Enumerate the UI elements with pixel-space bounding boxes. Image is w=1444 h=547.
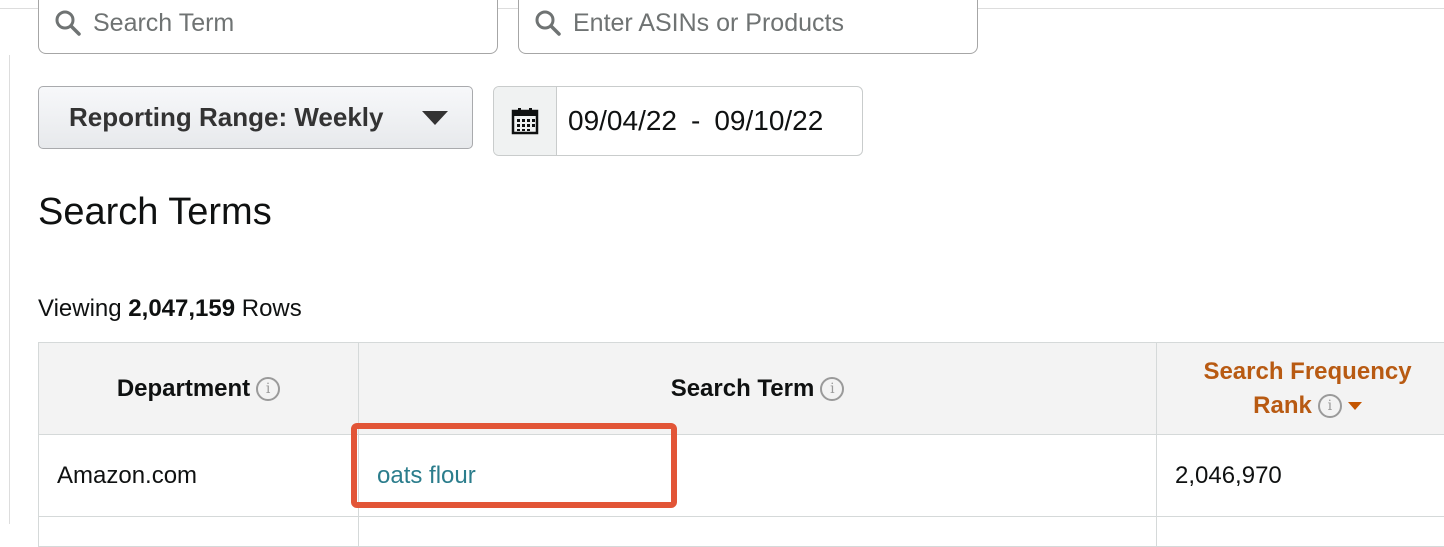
date-range-text[interactable]: 09/04/22 - 09/10/22 — [557, 87, 823, 155]
table-cell — [359, 517, 1157, 547]
calendar-icon — [510, 106, 540, 136]
table-row: Amazon.com oats flour 2,046,970 — [39, 435, 1444, 517]
search-term-cell: oats flour — [359, 435, 1157, 517]
header-department: Departmenti — [39, 343, 359, 435]
info-icon[interactable]: i — [820, 377, 844, 401]
viewing-suffix: Rows — [242, 295, 302, 322]
date-range-picker[interactable]: 09/04/22 - 09/10/22 — [493, 86, 863, 156]
table-cell — [39, 517, 359, 547]
row-count: 2,047,159 — [128, 295, 235, 322]
row-count-summary: Viewing 2,047,159 Rows — [38, 295, 302, 323]
search-term-input[interactable]: Search Term — [38, 0, 498, 54]
department-cell: Amazon.com — [39, 435, 359, 517]
reporting-range-dropdown[interactable]: Reporting Range: Weekly — [38, 86, 473, 149]
search-term-placeholder: Search Term — [93, 0, 234, 46]
left-divider — [9, 55, 10, 524]
info-icon[interactable]: i — [1318, 394, 1342, 418]
header-search-term-label: Search Term — [671, 375, 815, 402]
asin-placeholder: Enter ASINs or Products — [573, 0, 844, 46]
asin-input[interactable]: Enter ASINs or Products — [518, 0, 978, 54]
search-term-link[interactable]: oats flour — [377, 462, 476, 489]
calendar-button[interactable] — [494, 87, 557, 155]
table-header-row: Departmenti Search Termi Search Frequenc… — [39, 343, 1444, 435]
date-end: 09/10/22 — [714, 105, 823, 137]
page-title: Search Terms — [38, 191, 272, 234]
dropdown-caret-icon — [422, 111, 448, 125]
date-separator: - — [691, 105, 700, 137]
header-search-term: Search Termi — [359, 343, 1157, 435]
search-icon — [53, 8, 83, 38]
header-sfr-line1: Search Frequency — [1203, 358, 1411, 385]
table-cell — [1157, 517, 1444, 547]
info-icon[interactable]: i — [256, 377, 280, 401]
header-search-frequency-rank[interactable]: Search Frequency Ranki — [1157, 343, 1444, 435]
viewing-prefix: Viewing — [38, 295, 122, 322]
reporting-range-label: Reporting Range: Weekly — [69, 102, 383, 133]
date-start: 09/04/22 — [568, 105, 677, 137]
sort-desc-icon — [1348, 402, 1362, 410]
header-sfr-line2: Rank — [1253, 392, 1312, 419]
search-terms-table: Departmenti Search Termi Search Frequenc… — [38, 342, 1444, 547]
table-row — [39, 517, 1444, 547]
header-department-label: Department — [117, 375, 250, 402]
rank-cell: 2,046,970 — [1157, 435, 1444, 517]
search-icon — [533, 8, 563, 38]
